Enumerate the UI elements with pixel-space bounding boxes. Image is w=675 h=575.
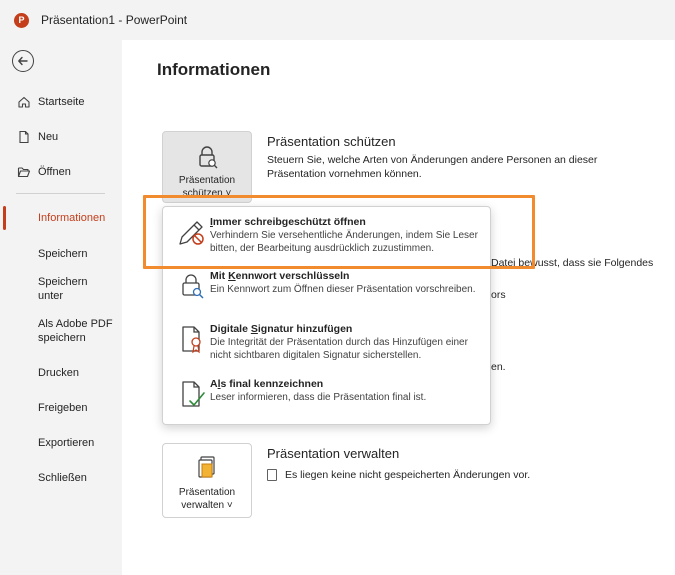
menu-item-always-read-only[interactable]: Immer schreibgeschützt öffnen Verhindern… (163, 215, 490, 267)
manage-document-icon (198, 456, 215, 478)
menu-item-title: Mit Kennwort verschlüsseln (210, 270, 350, 282)
back-button[interactable] (12, 50, 34, 72)
menu-item-description: Die Integrität der Präsentation durch da… (210, 337, 468, 361)
sidebar-item-label: Neu (38, 130, 59, 143)
sidebar-item-oeffnen[interactable]: Öffnen (0, 154, 122, 189)
sidebar-item-label: Speichern (38, 247, 88, 260)
inspect-partial-text: ors (491, 289, 506, 301)
sidebar-top-nav: Startseite Neu Öffnen (0, 84, 122, 189)
sidebar-item-label: Informationen (38, 212, 106, 224)
sidebar-item-label: Schließen (38, 471, 87, 484)
menu-item-description: Verhindern Sie versehentliche Änderungen… (210, 230, 478, 254)
protect-presentation-button[interactable]: Präsentation schützen ˅ (162, 131, 252, 203)
sidebar-item-label: Öffnen (38, 165, 71, 178)
new-document-icon (16, 129, 32, 145)
protect-description: Steuern Sie, welche Arten von Änderungen… (267, 154, 598, 180)
tile-label: Präsentation (178, 487, 236, 498)
sidebar-item-speichern-unter[interactable]: Speichern unter (0, 271, 122, 306)
menu-item-digital-signature[interactable]: Digitale Signatur hinzufügen Die Integri… (163, 322, 490, 374)
lock-search-icon (182, 274, 204, 299)
sidebar-item-drucken[interactable]: Drucken (0, 355, 122, 390)
sidebar-item-neu[interactable]: Neu (0, 119, 122, 154)
inspect-partial-text: Datei bewusst, dass sie Folgendes (491, 257, 654, 269)
sidebar-item-label: Freigeben (38, 401, 88, 414)
window-title: Präsentation1 - PowerPoint (41, 13, 188, 27)
lock-icon (199, 146, 218, 169)
home-icon (16, 94, 32, 110)
sidebar-item-speichern[interactable]: Speichern (0, 236, 122, 271)
protect-heading: Präsentation schützen (267, 134, 396, 149)
backstage-sidebar: Startseite Neu Öffnen Informationen Spei… (0, 40, 122, 575)
page-title: Informationen (157, 60, 271, 79)
document-check-icon (182, 381, 205, 407)
menu-item-title: Digitale Signatur hinzufügen (210, 323, 353, 335)
tile-label: verwalten ˅ (181, 500, 233, 511)
sidebar-item-label: Als Adobe PDF speichern (38, 317, 113, 344)
sidebar-item-freigeben[interactable]: Freigeben (0, 390, 122, 425)
menu-item-encrypt-password[interactable]: Mit Kennwort verschlüsseln Ein Kennwort … (163, 269, 490, 317)
sidebar-item-label: Drucken (38, 366, 79, 379)
sidebar-item-schliessen[interactable]: Schließen (0, 460, 122, 495)
menu-item-description: Leser informieren, dass die Präsentation… (210, 392, 427, 403)
sidebar-nav: Informationen Speichern Speichern unter … (0, 200, 122, 495)
pencil-blocked-icon (179, 221, 204, 245)
sidebar-item-label: Exportieren (38, 436, 95, 449)
menu-item-mark-as-final[interactable]: Als final kennzeichnen Leser informieren… (163, 377, 490, 417)
document-icon (267, 469, 277, 482)
menu-item-title: Als final kennzeichnen (210, 378, 324, 390)
menu-item-title: Immer schreibgeschützt öffnen (210, 216, 366, 228)
title-bar: P Präsentation1 - PowerPoint (0, 0, 675, 40)
sidebar-divider (16, 193, 105, 194)
powerpoint-logo-icon: P (14, 12, 29, 28)
tile-label: schützen ˅ (182, 188, 232, 199)
sidebar-item-informationen[interactable]: Informationen (0, 200, 122, 236)
folder-open-icon (16, 164, 32, 180)
sidebar-item-exportieren[interactable]: Exportieren (0, 425, 122, 460)
menu-item-description: Ein Kennwort zum Öffnen dieser Präsentat… (210, 284, 476, 295)
tile-label: Präsentation (178, 175, 236, 186)
sidebar-item-adobe-pdf[interactable]: Als Adobe PDF speichern (0, 306, 122, 355)
manage-status: Es liegen keine nicht gespeicherten Ände… (267, 468, 657, 482)
manage-status-text: Es liegen keine nicht gespeicherten Ände… (285, 469, 531, 481)
sidebar-item-startseite[interactable]: Startseite (0, 84, 122, 119)
sidebar-item-label: Speichern unter (38, 275, 88, 302)
manage-presentation-button[interactable]: Präsentation verwalten ˅ (162, 443, 252, 518)
manage-heading: Präsentation verwalten (267, 446, 400, 461)
history-partial-text: en. (491, 361, 506, 373)
arrow-left-icon (18, 56, 28, 66)
sidebar-item-label: Startseite (38, 95, 85, 108)
protect-dropdown-menu: Immer schreibgeschützt öffnen Verhindern… (162, 206, 491, 425)
signature-ribbon-icon (182, 326, 201, 354)
